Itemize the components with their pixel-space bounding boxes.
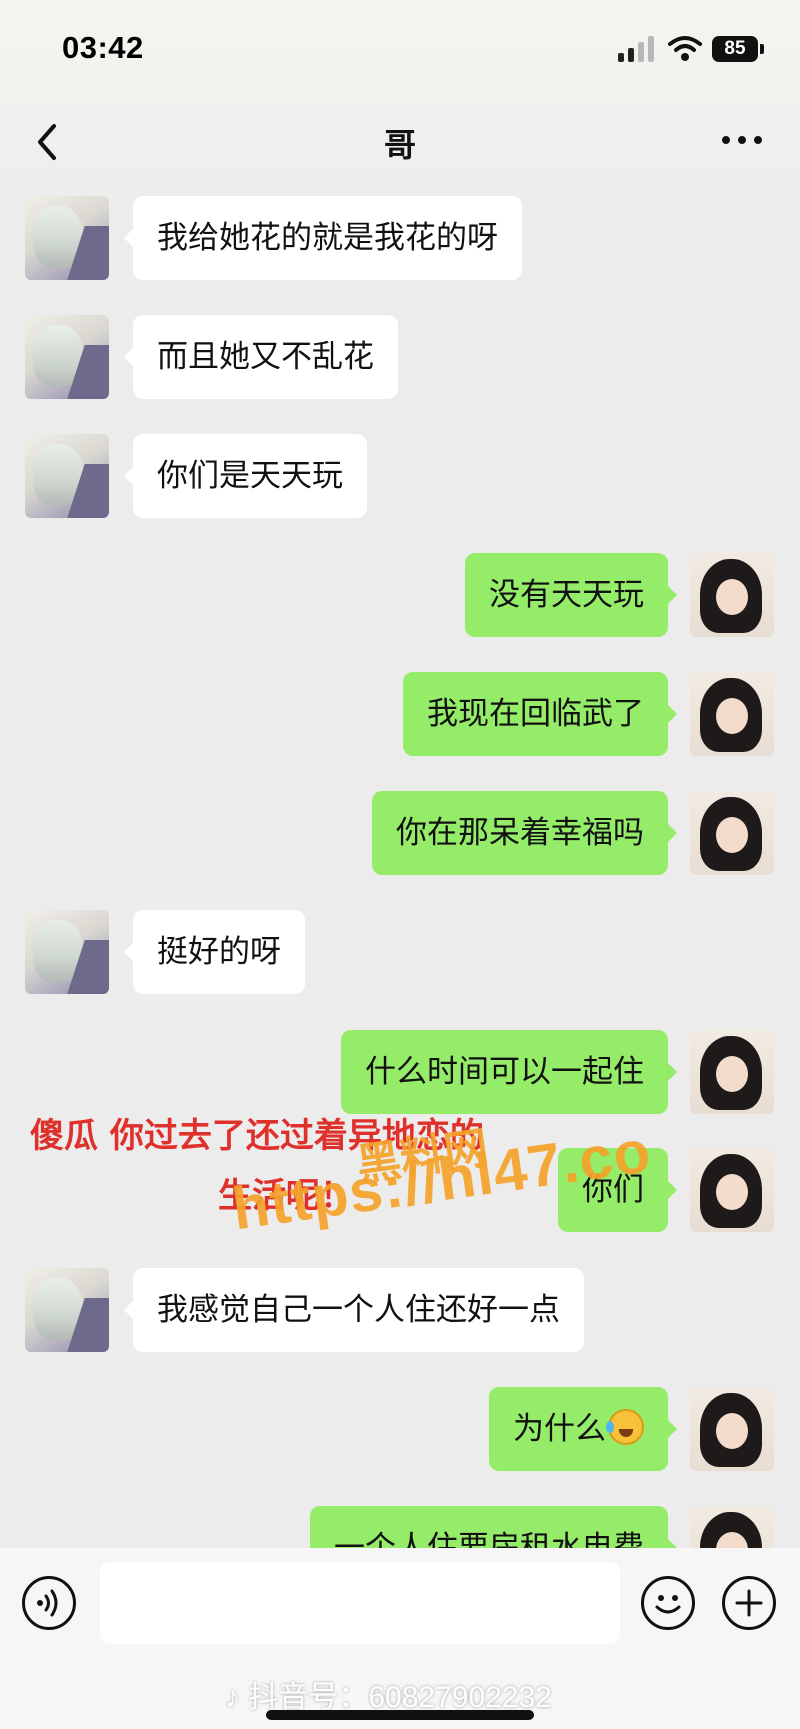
wifi-icon	[668, 36, 702, 61]
self-avatar[interactable]	[690, 1030, 774, 1114]
message-row: 你们是天天玩	[0, 434, 800, 518]
voice-icon	[37, 1589, 58, 1617]
message-bubble[interactable]: 我感觉自己一个人住还好一点	[124, 1268, 584, 1352]
message-bubble[interactable]: 我现在回临武了	[403, 672, 677, 756]
self-avatar[interactable]	[690, 672, 774, 756]
contact-avatar[interactable]	[25, 315, 109, 399]
message-row: 你在那呆着幸福吗	[0, 791, 800, 875]
more-functions-button[interactable]	[722, 1576, 776, 1630]
voice-input-button[interactable]	[22, 1576, 76, 1630]
message-row: 为什么	[0, 1387, 800, 1471]
message-bubble[interactable]: 我给她花的就是我花的呀	[124, 196, 522, 280]
home-indicator[interactable]	[266, 1710, 534, 1720]
battery-tip	[760, 44, 764, 54]
message-row: 没有天天玩	[0, 553, 800, 637]
self-avatar[interactable]	[690, 791, 774, 875]
status-time: 03:42	[62, 30, 144, 65]
crying-laughing-emoji-icon	[606, 1409, 644, 1445]
contact-avatar[interactable]	[25, 1268, 109, 1352]
message-text: 为什么	[513, 1411, 606, 1447]
contact-avatar[interactable]	[25, 196, 109, 280]
message-bubble[interactable]: 你在那呆着幸福吗	[372, 791, 677, 875]
message-row: 而且她又不乱花	[0, 315, 800, 399]
message-row: 挺好的呀	[0, 910, 800, 994]
message-input[interactable]	[100, 1562, 620, 1644]
battery-indicator: 85	[712, 36, 758, 62]
status-bar: 03:42 85	[0, 0, 800, 100]
signal-icon	[618, 36, 656, 62]
message-bubble[interactable]: 而且她又不乱花	[124, 315, 398, 399]
message-row: 我感觉自己一个人住还好一点	[0, 1268, 800, 1352]
message-bubble[interactable]: 挺好的呀	[124, 910, 305, 994]
contact-avatar[interactable]	[25, 910, 109, 994]
plus-icon	[735, 1589, 763, 1617]
message-row: 什么时间可以一起住	[0, 1030, 800, 1114]
message-bubble[interactable]: 你们是天天玩	[124, 434, 367, 518]
chat-title: 哥	[383, 126, 416, 164]
self-avatar[interactable]	[690, 1387, 774, 1471]
message-row: 我给她花的就是我花的呀	[0, 196, 800, 280]
message-bubble[interactable]: 什么时间可以一起住	[341, 1030, 677, 1114]
message-bubble[interactable]: 为什么	[489, 1387, 677, 1471]
self-avatar[interactable]	[690, 553, 774, 637]
message-row: 我现在回临武了	[0, 672, 800, 756]
more-options-icon[interactable]	[718, 128, 766, 152]
message-bubble[interactable]: 没有天天玩	[465, 553, 677, 637]
contact-avatar[interactable]	[25, 434, 109, 518]
emoji-button[interactable]	[641, 1576, 695, 1630]
back-arrow-icon[interactable]	[28, 118, 68, 166]
smiley-icon	[655, 1595, 681, 1614]
